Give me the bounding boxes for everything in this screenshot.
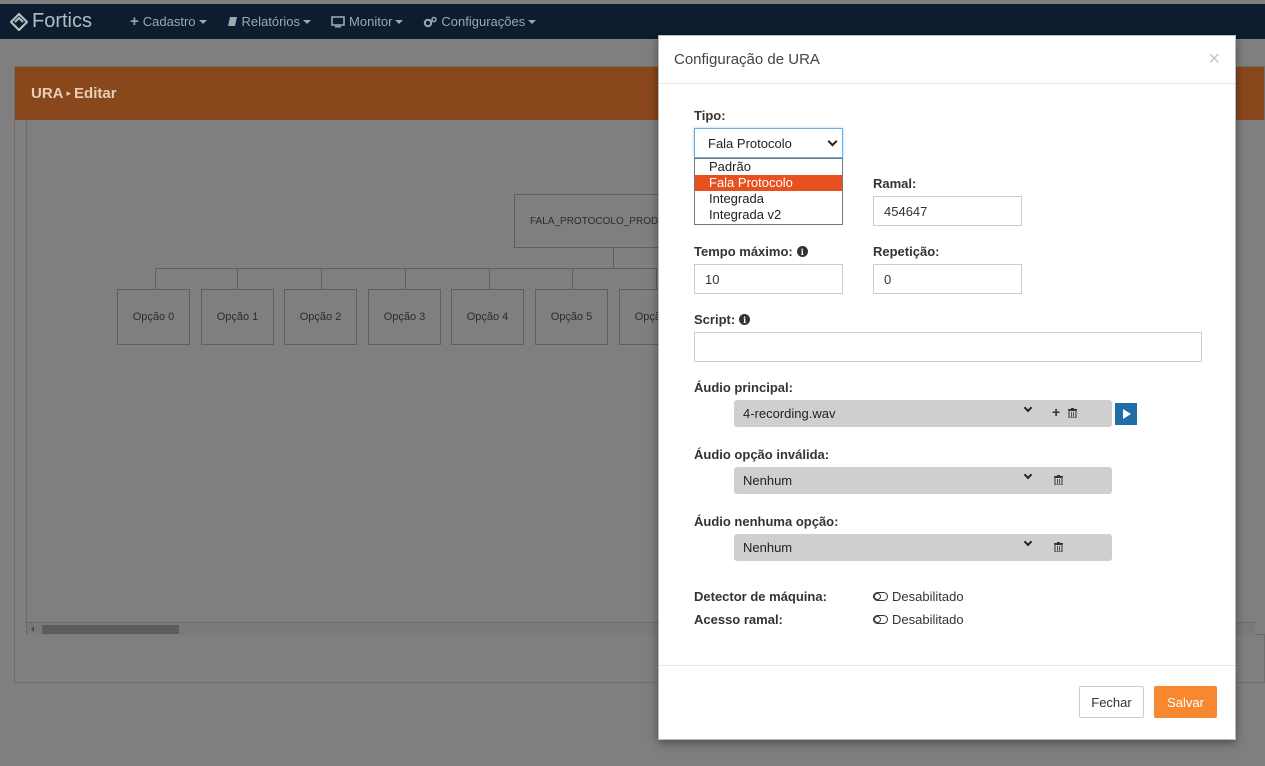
scroll-left-arrow-icon[interactable]	[31, 626, 34, 632]
tipo-option-integrada-v2[interactable]: Integrada v2	[695, 207, 842, 223]
scrollbar-thumb[interactable]	[42, 625, 179, 634]
ramal-input[interactable]: 454647	[873, 196, 1022, 226]
audio-principal-value: 4-recording.wav	[743, 406, 836, 421]
chevron-down-icon	[1023, 537, 1033, 547]
audio-opcao-invalida-label: Áudio opção inválida:	[694, 447, 830, 462]
toggle-off-icon	[873, 615, 888, 624]
script-label: Script: i	[694, 312, 751, 327]
nav-monitor[interactable]: Monitor	[321, 4, 413, 39]
nav-cadastro[interactable]: + Cadastro	[120, 4, 217, 39]
cogs-icon	[424, 16, 438, 27]
add-audio-icon[interactable]: +	[1052, 404, 1060, 420]
nav-configuracoes-label: Configurações	[441, 14, 526, 29]
audio-principal-select[interactable]: 4-recording.wav +	[734, 400, 1112, 427]
tree-connector	[572, 268, 573, 289]
nav-monitor-label: Monitor	[349, 14, 393, 29]
brand-logo[interactable]: Fortics	[10, 10, 120, 33]
audio-nenhuma-opcao-label: Áudio nenhuma opção:	[694, 514, 839, 529]
option-node-2[interactable]: Opção 2	[284, 289, 357, 345]
caret-down-icon	[198, 19, 207, 24]
tree-connector	[489, 268, 490, 289]
tipo-label: Tipo:	[694, 108, 726, 123]
audio-opcao-invalida-select[interactable]: Nenhum	[734, 467, 1112, 494]
nav-relatorios[interactable]: Relatórios	[217, 4, 322, 39]
detector-maquina-label: Detector de máquina:	[694, 589, 827, 604]
modal-footer	[659, 665, 1235, 739]
repeticao-label: Repetição:	[873, 244, 940, 259]
brand-name: Fortics	[32, 10, 92, 32]
top-navbar: Fortics + Cadastro Relatórios Monitor Co…	[0, 4, 1265, 39]
tree-connector	[405, 268, 406, 289]
book-icon	[227, 17, 237, 26]
save-button[interactable]: Salvar	[1154, 686, 1217, 718]
caret-down-icon	[395, 19, 404, 24]
info-icon[interactable]: i	[739, 314, 751, 325]
play-icon	[1123, 409, 1131, 419]
tipo-option-padrao[interactable]: Padrão	[695, 159, 842, 175]
option-node-5[interactable]: Opção 5	[535, 289, 608, 345]
chevron-down-icon	[827, 136, 838, 146]
toggle-off-icon	[873, 592, 888, 601]
script-input[interactable]	[694, 332, 1202, 362]
trash-icon[interactable]	[1054, 475, 1063, 485]
tree-connector	[155, 268, 675, 269]
repeticao-input[interactable]: 0	[873, 264, 1022, 294]
modal-header: Configuração de URA ×	[659, 36, 1235, 84]
script-label-text: Script:	[694, 312, 736, 327]
option-node-3[interactable]: Opção 3	[368, 289, 441, 345]
ramal-label: Ramal:	[873, 176, 917, 191]
nav-relatorios-label: Relatórios	[241, 14, 301, 29]
tempo-maximo-label-text: Tempo máximo:	[694, 244, 793, 259]
audio-opcao-invalida-value: Nenhum	[743, 473, 793, 488]
info-icon[interactable]: i	[796, 246, 808, 257]
close-button[interactable]: Fechar	[1079, 686, 1144, 718]
ura-config-modal: Configuração de URA × Tipo: Fala Protoco…	[658, 35, 1236, 740]
fortics-logo-icon	[10, 12, 28, 31]
breadcrumb-separator-icon: ▸	[66, 88, 72, 98]
caret-down-icon	[528, 19, 537, 24]
acesso-ramal-label: Acesso ramal:	[694, 612, 783, 627]
plus-icon: +	[130, 13, 139, 30]
tipo-option-fala-protocolo[interactable]: Fala Protocolo	[695, 175, 842, 191]
tipo-option-integrada[interactable]: Integrada	[695, 191, 842, 207]
tempo-maximo-label: Tempo máximo: i	[694, 244, 808, 259]
tree-connector	[321, 268, 322, 289]
detector-maquina-status: Desabilitado	[892, 589, 964, 604]
option-node-1[interactable]: Opção 1	[201, 289, 274, 345]
acesso-ramal-toggle[interactable]: Desabilitado	[873, 612, 964, 627]
audio-nenhuma-opcao-value: Nenhum	[743, 540, 793, 555]
option-node-0[interactable]: Opção 0	[117, 289, 190, 345]
breadcrumb-current: Editar	[74, 85, 117, 102]
close-icon[interactable]: ×	[1208, 48, 1220, 71]
tree-connector	[155, 268, 156, 289]
option-node-4[interactable]: Opção 4	[451, 289, 524, 345]
trash-icon[interactable]	[1068, 408, 1077, 418]
detector-maquina-toggle[interactable]: Desabilitado	[873, 589, 964, 604]
tipo-select[interactable]: Fala Protocolo	[694, 128, 843, 158]
tipo-select-value: Fala Protocolo	[708, 135, 792, 151]
modal-title: Configuração de URA	[674, 51, 820, 68]
chevron-down-icon	[1023, 470, 1033, 480]
caret-down-icon	[303, 19, 312, 24]
nav-cadastro-label: Cadastro	[142, 14, 196, 29]
audio-nenhuma-opcao-select[interactable]: Nenhum	[734, 534, 1112, 561]
acesso-ramal-status: Desabilitado	[892, 612, 964, 627]
audio-principal-label: Áudio principal:	[694, 380, 793, 395]
tree-connector	[656, 268, 657, 289]
tree-connector	[613, 248, 614, 268]
trash-icon[interactable]	[1054, 542, 1063, 552]
nav-configuracoes[interactable]: Configurações	[413, 4, 546, 39]
tipo-dropdown-list: Padrão Fala Protocolo Integrada Integrad…	[694, 158, 843, 225]
chevron-down-icon	[1023, 403, 1033, 413]
tree-connector	[237, 268, 238, 289]
monitor-icon	[331, 15, 345, 27]
tempo-maximo-input[interactable]: 10	[694, 264, 843, 294]
play-audio-button[interactable]	[1115, 403, 1137, 425]
breadcrumb-root[interactable]: URA	[31, 85, 64, 102]
